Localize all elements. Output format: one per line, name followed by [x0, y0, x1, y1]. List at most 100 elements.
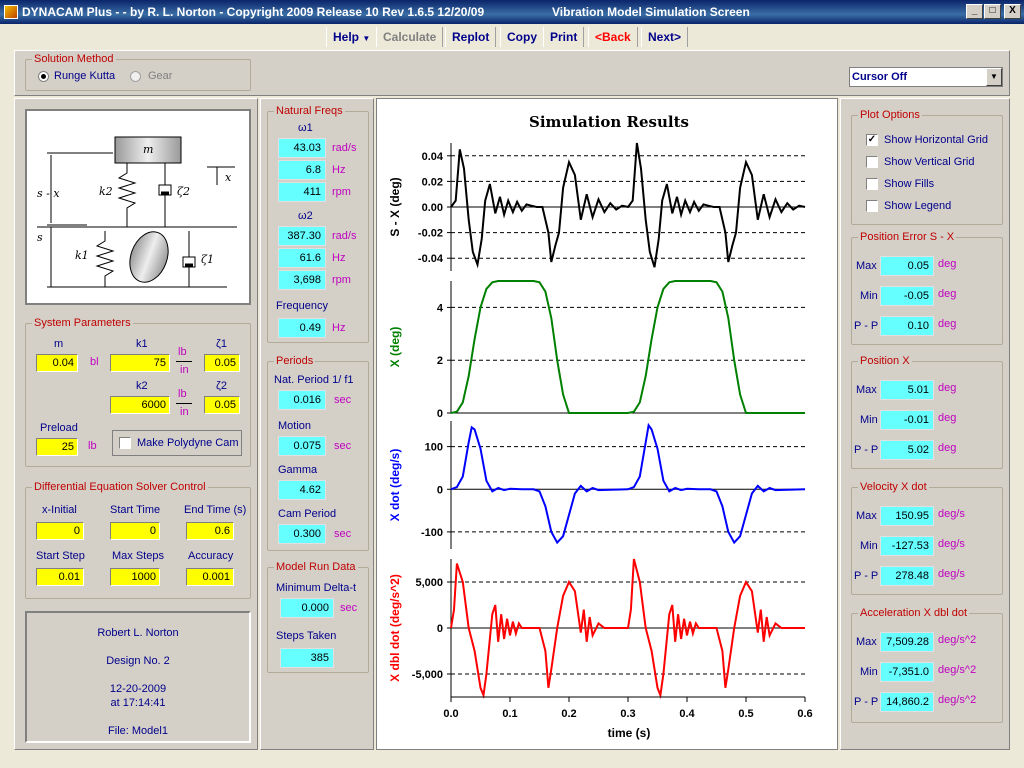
- end-time-label: End Time (s): [184, 504, 247, 516]
- runge-kutta-label: Runge Kutta: [54, 70, 116, 82]
- acceleration-max-field: 7,509.28: [880, 632, 934, 652]
- design-number: Design No. 2: [106, 655, 170, 667]
- start-step-input[interactable]: 0.01: [36, 568, 84, 586]
- x-tick-label: 0.5: [738, 708, 753, 720]
- spring-mass-schematic: m x s - x k2 ζ2 s k1 ζ1: [37, 136, 237, 288]
- y-tick-label: 0.02: [422, 176, 443, 188]
- position-error-pp-unit: deg: [938, 318, 957, 330]
- plot-area[interactable]: Simulation Results time (s) 0.04 0.02 0.00…: [376, 98, 838, 750]
- preload-input[interactable]: 25: [36, 438, 78, 456]
- design-time: at 17:14:41: [110, 697, 166, 709]
- x-initial-label: x-Initial: [42, 504, 77, 516]
- k1-input[interactable]: 75: [110, 354, 170, 372]
- max-steps-label: Max Steps: [112, 550, 164, 562]
- velocity-max-label: Max: [856, 510, 877, 522]
- maximize-button[interactable]: □: [984, 4, 1001, 19]
- help-menu[interactable]: Help ▼: [326, 27, 378, 47]
- close-button[interactable]: X: [1004, 4, 1021, 19]
- vertical-grid-checkbox[interactable]: [866, 156, 878, 168]
- window-title: DYNACAM Plus - - by R. L. Norton - Copyr…: [22, 5, 485, 19]
- omega2-hz-field: 61.6: [278, 248, 326, 268]
- zeta2-input[interactable]: 0.05: [204, 396, 240, 414]
- position-x-pp-field: 5.02: [880, 440, 934, 460]
- cursor-select[interactable]: Cursor Off ▼: [849, 67, 1003, 87]
- diagram-label-s-x: s - x: [37, 187, 60, 200]
- m-input[interactable]: 0.04: [36, 354, 78, 372]
- velocity-pp-unit: deg/s: [938, 568, 965, 580]
- x-initial-input[interactable]: 0: [36, 522, 84, 540]
- next-button[interactable]: Next>: [641, 27, 689, 47]
- start-step-label: Start Step: [36, 550, 85, 562]
- periods-group: Periods Nat. Period 1/ f1 0.016 sec Moti…: [267, 355, 369, 551]
- gear-radio[interactable]: [130, 71, 141, 82]
- polydyne-checkbox[interactable]: [119, 437, 131, 449]
- acceleration-max-unit: deg/s^2: [938, 634, 977, 646]
- gamma-label: Gamma: [278, 464, 318, 476]
- zeta1-input[interactable]: 0.05: [204, 354, 240, 372]
- plot-options-group: Plot Options ✓ Show Horizontal Grid Show…: [851, 109, 1003, 225]
- k2-input[interactable]: 6000: [110, 396, 170, 414]
- diagram-label-zeta2: ζ2: [177, 185, 190, 198]
- x-tick-label: 0.0: [443, 708, 458, 720]
- runge-kutta-radio[interactable]: [38, 71, 49, 82]
- velocity-title: Velocity X dot: [858, 481, 929, 493]
- replot-button[interactable]: Replot: [445, 27, 497, 47]
- y-tick-label: 0: [437, 623, 443, 635]
- acceleration-pp-label: P - P: [854, 696, 879, 708]
- copy-button[interactable]: Copy: [500, 27, 544, 47]
- omega2-label: ω2: [298, 210, 313, 222]
- start-time-input[interactable]: 0: [110, 522, 160, 540]
- k1-unit-top: lb: [178, 346, 187, 358]
- solution-method-group: Solution Method Runge Kutta Gear: [25, 53, 251, 91]
- natural-freqs-title: Natural Freqs: [274, 105, 345, 117]
- cursor-select-value: Cursor Off: [852, 71, 907, 83]
- frequency-unit: Hz: [332, 322, 346, 334]
- acceleration-pp-unit: deg/s^2: [938, 694, 977, 706]
- zeta1-label: ζ1: [216, 338, 227, 350]
- polydyne-group: Make Polydyne Cam: [112, 430, 242, 456]
- file-name: File: Model1: [108, 725, 168, 737]
- motion-unit: sec: [334, 440, 352, 452]
- accuracy-input[interactable]: 0.001: [186, 568, 234, 586]
- omega1-hz-unit: Hz: [332, 164, 346, 176]
- periods-title: Periods: [274, 355, 316, 367]
- system-parameters-title: System Parameters: [32, 317, 133, 329]
- position-error-pp-field: 0.10: [880, 316, 934, 336]
- chevron-down-icon[interactable]: ▼: [986, 68, 1002, 86]
- omega1-rpm-field: 411: [278, 182, 326, 202]
- steps-taken-field: 385: [280, 648, 334, 668]
- frequency-field: 0.49: [278, 318, 326, 338]
- omega2-rads-field: 387.30: [278, 226, 326, 246]
- velocity-max-unit: deg/s: [938, 508, 965, 520]
- acceleration-min-unit: deg/s^2: [938, 664, 977, 676]
- app-icon: [4, 5, 18, 19]
- solver-control-group: Differential Equation Solver Control x-I…: [25, 481, 251, 599]
- screen-title: Vibration Model Simulation Screen: [552, 5, 750, 19]
- calculate-button[interactable]: Calculate: [376, 27, 444, 47]
- y-tick-label: 100: [425, 442, 443, 454]
- position-x-min-unit: deg: [938, 412, 957, 424]
- print-button[interactable]: Print: [543, 27, 585, 47]
- back-button[interactable]: <Back: [588, 27, 638, 47]
- position-x-title: Position X: [858, 355, 912, 367]
- y-tick-label: 5,000: [415, 577, 443, 589]
- horizontal-grid-checkbox[interactable]: ✓: [866, 134, 878, 146]
- accuracy-label: Accuracy: [188, 550, 234, 562]
- plot-options-title: Plot Options: [858, 109, 922, 121]
- show-fills-label: Show Fills: [884, 178, 935, 190]
- omega1-label: ω1: [298, 122, 313, 134]
- diagram-label-k1: k1: [75, 249, 89, 262]
- show-fills-checkbox[interactable]: [866, 178, 878, 190]
- position-x-max-field: 5.01: [880, 380, 934, 400]
- y-axis-label: X (deg): [388, 327, 402, 368]
- show-legend-checkbox[interactable]: [866, 200, 878, 212]
- cam-period-field: 0.300: [278, 524, 326, 544]
- end-time-input[interactable]: 0.6: [186, 522, 234, 540]
- minimize-button[interactable]: _: [966, 4, 983, 19]
- preload-label: Preload: [40, 422, 78, 434]
- nat-period-unit: sec: [334, 394, 352, 406]
- omega2-hz-unit: Hz: [332, 252, 346, 264]
- omega1-rads-field: 43.03: [278, 138, 326, 158]
- max-steps-input[interactable]: 1000: [110, 568, 160, 586]
- preload-unit: lb: [88, 440, 97, 452]
